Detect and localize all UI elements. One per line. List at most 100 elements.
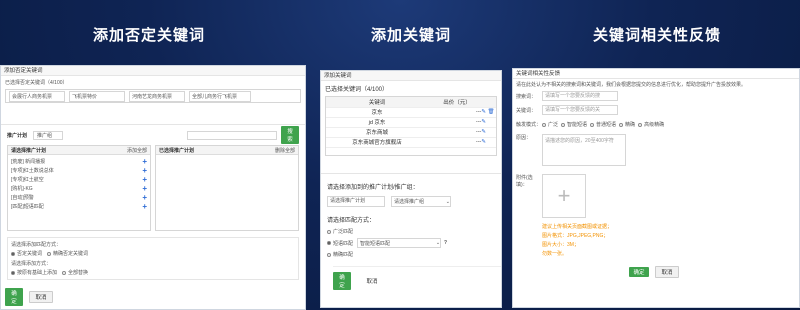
reason-textarea[interactable]: 请描述您的原因，20至400字符: [542, 134, 626, 166]
upload-hints: 建议上传相关页面截图或证据； 图片格式：JPG,JPEG,PNG； 图片大小：3…: [542, 223, 796, 257]
radio-icon[interactable]: [542, 122, 546, 127]
search-input[interactable]: [187, 130, 277, 140]
keyword-chip[interactable]: 飞机票特价: [69, 90, 125, 102]
add-plus-icon[interactable]: +: [142, 193, 147, 201]
plan-item: [自动]预警: [11, 195, 34, 201]
add-plus-icon[interactable]: +: [142, 184, 147, 192]
radio-icon[interactable]: [327, 241, 331, 245]
delete-all-button[interactable]: 删除全部: [275, 147, 295, 154]
search-term-label: 搜索词：: [516, 93, 537, 100]
trigger-option: 广泛: [548, 122, 559, 128]
plan-item: [专项]红土数说总体: [11, 168, 54, 174]
attachment-label: 附件(选填)：: [516, 175, 533, 188]
selected-count: 已选择关键词（4/100）: [325, 87, 389, 93]
match-option: 精确匹配: [333, 252, 354, 258]
plan-list-header: 请选择推广计划: [11, 147, 47, 154]
col-bid: 出价（元）: [428, 97, 486, 108]
tab-groups[interactable]: 推广组: [33, 130, 64, 140]
keyword-input[interactable]: 请填写一个您要反馈的关: [542, 105, 618, 115]
match-option: 精确否定关键词: [53, 251, 89, 257]
keyword-chip[interactable]: 河南艺龙商务机票: [129, 90, 185, 102]
keyword-cell: jd 京东: [326, 117, 428, 128]
radio-icon[interactable]: [11, 270, 15, 275]
plan-list: 请选择推广计划 添加全部 [荒废] 新闻播报 + [专项]红土数说总体 + [专项]…: [7, 145, 151, 231]
keyword-cell: 京东: [326, 107, 428, 118]
radio-icon[interactable]: [327, 252, 331, 257]
edit-icon[interactable]: ✎: [481, 119, 486, 125]
radio-icon[interactable]: [590, 122, 595, 127]
ok-button[interactable]: 确定: [629, 267, 649, 277]
selected-plan-header: 已选择推广计划: [159, 147, 195, 154]
add-plus-icon[interactable]: +: [142, 175, 147, 183]
method-label: 请选择添加方式：: [11, 261, 52, 267]
search-term-input[interactable]: 请填写一个您要反馈的搜: [542, 91, 618, 101]
selected-plan-list: 已选择推广计划 删除全部: [155, 145, 299, 231]
hint-line: 建议上传相关页面截图或证据；: [542, 224, 613, 230]
tab-plans[interactable]: 推广计划: [7, 132, 27, 139]
radio-icon[interactable]: [561, 122, 566, 127]
trigger-option: 智能短语: [567, 122, 588, 128]
trigger-option: 高级精确: [644, 122, 665, 128]
add-plus-icon[interactable]: +: [142, 157, 147, 165]
match-label: 请选择匹配方式：: [327, 218, 376, 224]
hint-line: 勿数一张。: [542, 251, 568, 257]
search-button[interactable]: 搜索: [281, 126, 299, 144]
delete-icon[interactable]: 🗑: [486, 107, 496, 118]
selected-count: 已选择否定关键词（4/100）: [5, 80, 68, 86]
keyword-chip[interactable]: 全部儿商务行飞机票: [189, 90, 251, 102]
ok-button[interactable]: 确定: [333, 272, 351, 290]
add-plus-icon[interactable]: +: [142, 166, 147, 174]
cancel-button[interactable]: 取消: [361, 276, 383, 286]
edit-icon[interactable]: ✎: [481, 109, 486, 115]
match-option: 广泛匹配: [333, 229, 354, 235]
group-select-label: 请选择推广组: [394, 199, 425, 205]
group-select[interactable]: 请选择推广组 ⌄: [391, 196, 451, 207]
add-keyword-panel: 添加关键词 已选择关键词（4/100） 关键词 出价（元） 京东 ---✎ 🗑 …: [320, 70, 502, 308]
edit-icon[interactable]: ✎: [481, 129, 486, 135]
radio-icon[interactable]: [62, 270, 67, 275]
feedback-description: 请在此处认为不相关的搜索词和关键词，我们会根据您提交的信息进行优化，帮助您提升广…: [516, 82, 747, 88]
radio-icon[interactable]: [619, 122, 624, 127]
radio-icon[interactable]: [638, 122, 643, 127]
keyword-chip[interactable]: 会展行人商务机票: [9, 90, 65, 102]
panel-title: 添加关键词: [321, 71, 501, 81]
radio-icon[interactable]: [11, 251, 15, 256]
trigger-label: 触发模式：: [516, 122, 542, 128]
keyword-cell: 京东商城官方旗舰店: [326, 137, 428, 148]
plan-item: [购机]-KG: [11, 186, 33, 192]
match-select[interactable]: 智能短语匹配 ⌄: [357, 238, 442, 248]
table-row: 京东商城 ---✎: [326, 127, 496, 138]
method-option: 全部替换: [68, 270, 89, 276]
keyword-cell: 京东商城: [326, 127, 428, 138]
ok-button[interactable]: 确定: [5, 288, 23, 306]
keyword-label: 关键词：: [516, 107, 537, 114]
match-option: 否定关键词: [17, 251, 43, 257]
upload-plus-icon[interactable]: +: [542, 174, 586, 218]
plan-items: [荒废] 新闻播报 + [专项]红土数说总体 + [专项]红土航空 + [购机]-KG…: [8, 155, 150, 213]
table-row: jd 京东 ---✎: [326, 117, 496, 128]
add-plus-icon[interactable]: +: [142, 202, 147, 210]
keyword-feedback-panel: 关键词相关性反馈 请在此处认为不相关的搜索词和关键词，我们会根据您提交的信息进行…: [512, 68, 800, 308]
match-select-label: 智能短语匹配: [360, 240, 391, 247]
plan-item: [匹配]短语匹配: [11, 204, 44, 210]
cancel-button[interactable]: 取消: [29, 291, 53, 303]
target-label: 请选择添加到的推广计划/推广组：: [327, 185, 419, 191]
table-row: 京东商城官方旗舰店 ---✎: [326, 137, 496, 148]
match-settings: 请选择添加匹配方式： 否定关键词 精确否定关键词 请选择添加方式： 按原有基础上…: [7, 237, 299, 280]
radio-icon[interactable]: [47, 251, 52, 256]
plan-select[interactable]: 请选择推广计划: [327, 196, 385, 207]
col-keyword: 关键词: [326, 97, 428, 108]
negative-keyword-panel: 添加否定关键词 已选择否定关键词（4/100） 会展行人商务机票 飞机票特价 河…: [0, 65, 306, 310]
cancel-button[interactable]: 取消: [655, 266, 679, 278]
panel-title: 关键词相关性反馈: [513, 69, 799, 79]
panel-title: 添加否定关键词: [1, 66, 305, 76]
chevron-down-icon: ⌄: [435, 240, 441, 246]
edit-icon[interactable]: ✎: [481, 139, 486, 145]
radio-icon[interactable]: [327, 229, 331, 234]
plan-item: [荒废] 新闻播报: [11, 159, 46, 165]
heading-add-keywords: 添加关键词: [371, 26, 452, 44]
add-all-button[interactable]: 添加全部: [127, 147, 147, 154]
heading-keyword-feedback: 关键词相关性反馈: [593, 26, 722, 44]
chip-area: 会展行人商务机票 飞机票特价 河南艺龙商务机票 全部儿商务行飞机票: [5, 89, 301, 103]
help-icon[interactable]: ?: [444, 240, 447, 246]
